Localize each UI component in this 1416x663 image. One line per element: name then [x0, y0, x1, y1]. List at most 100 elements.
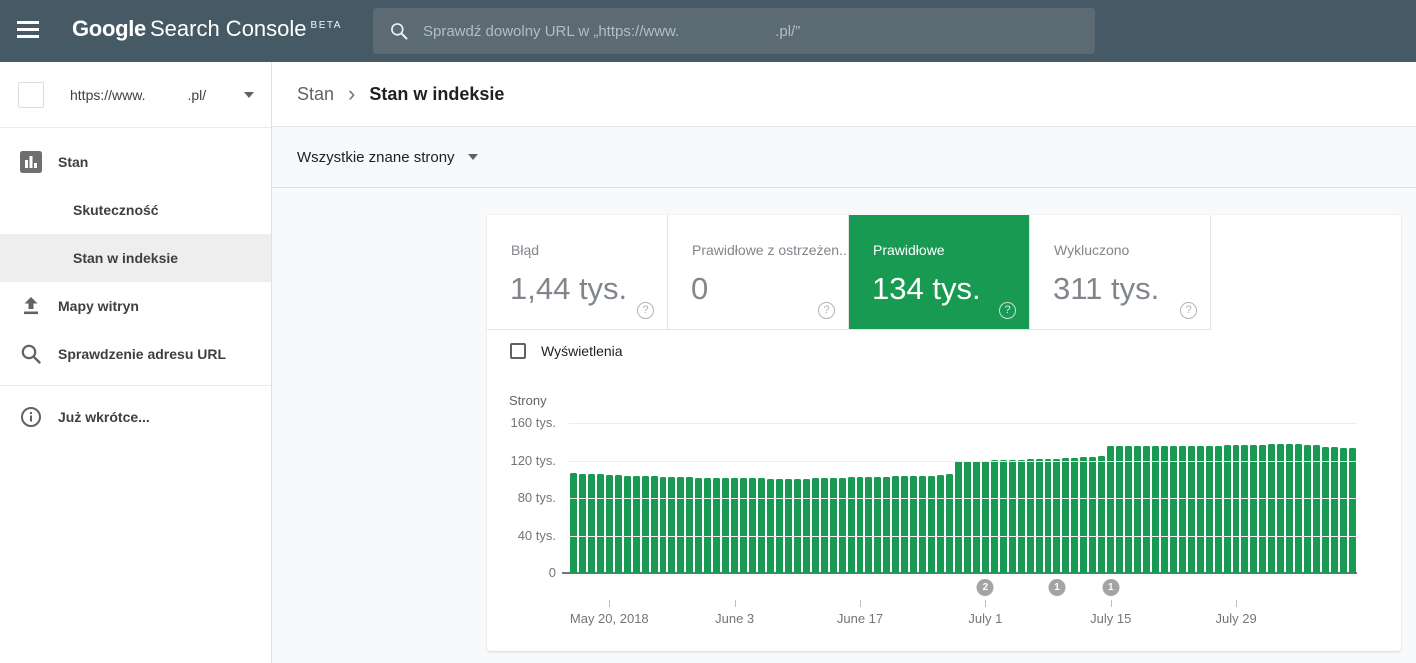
sidebar-item-stan[interactable]: Stan	[0, 138, 271, 186]
help-icon[interactable]: ?	[1180, 302, 1197, 319]
bar-day[interactable]	[982, 461, 989, 574]
bar-day[interactable]	[633, 476, 640, 574]
bar-day[interactable]	[642, 476, 649, 573]
bar-day[interactable]	[1053, 459, 1060, 573]
bar-day[interactable]	[740, 478, 747, 573]
status-card-prawidlowe-z-ostrzezeniami[interactable]: Prawidłowe z ostrzeżen...0?	[668, 215, 849, 330]
bar-day[interactable]	[1036, 459, 1043, 573]
bar-day[interactable]	[597, 474, 604, 573]
bar-day[interactable]	[1098, 456, 1105, 573]
bar-day[interactable]	[803, 479, 810, 573]
bar-day[interactable]	[570, 473, 577, 573]
status-card-prawidlowe[interactable]: Prawidłowe134 tys.?	[849, 215, 1030, 330]
bar-day[interactable]	[1009, 460, 1016, 573]
sidebar-item-już-wkrótce[interactable]: Już wkrótce...	[0, 393, 271, 441]
bar-day[interactable]	[901, 476, 908, 573]
bar-day[interactable]	[1107, 446, 1114, 573]
bar-day[interactable]	[1143, 446, 1150, 574]
bar-day[interactable]	[919, 476, 926, 573]
sidebar-item-stan-w-indeksie[interactable]: Stan w indeksie	[0, 234, 271, 282]
bar-day[interactable]	[722, 478, 729, 573]
bar-day[interactable]	[651, 476, 658, 573]
bar-day[interactable]	[865, 477, 872, 573]
bar-day[interactable]	[1322, 447, 1329, 573]
bar-day[interactable]	[839, 478, 846, 573]
bar-day[interactable]	[928, 476, 935, 574]
bar-day[interactable]	[749, 478, 756, 573]
bar-day[interactable]	[588, 474, 595, 573]
bar-day[interactable]	[1062, 458, 1069, 573]
bar-day[interactable]	[606, 475, 613, 573]
status-card-blad[interactable]: Błąd1,44 tys.?	[487, 215, 668, 330]
bar-day[interactable]	[1250, 445, 1257, 573]
bar-day[interactable]	[731, 478, 738, 573]
sidebar-item-skuteczność[interactable]: Skuteczność	[0, 186, 271, 234]
menu-icon[interactable]	[17, 21, 41, 41]
bar-day[interactable]	[1268, 444, 1275, 573]
known-pages-filter-dropdown[interactable]: Wszystkie znane strony	[297, 149, 478, 166]
url-inspection-search-input[interactable]: Sprawdź dowolny URL w „https://www. .pl/…	[373, 8, 1095, 54]
bar-day[interactable]	[1000, 460, 1007, 573]
bar-day[interactable]	[1277, 444, 1284, 573]
bar-day[interactable]	[874, 477, 881, 573]
bar-day[interactable]	[713, 478, 720, 573]
bar-day[interactable]	[1134, 446, 1141, 574]
bar-day[interactable]	[883, 477, 890, 573]
bar-day[interactable]	[830, 478, 837, 573]
bar-day[interactable]	[668, 477, 675, 573]
bar-day[interactable]	[973, 461, 980, 574]
bar-day[interactable]	[1188, 446, 1195, 574]
help-icon[interactable]: ?	[637, 302, 654, 319]
annotation-marker[interactable]: 2	[977, 579, 994, 596]
sidebar-item-sprawdzenie-adresu-url[interactable]: Sprawdzenie adresu URL	[0, 330, 271, 378]
bar-day[interactable]	[1340, 448, 1347, 573]
bar-day[interactable]	[1215, 446, 1222, 574]
bar-day[interactable]	[1206, 446, 1213, 574]
bar-day[interactable]	[910, 476, 917, 573]
bar-day[interactable]	[1233, 445, 1240, 573]
bar-day[interactable]	[776, 479, 783, 573]
bar-day[interactable]	[1313, 445, 1320, 573]
bar-day[interactable]	[579, 474, 586, 573]
bar-day[interactable]	[758, 478, 765, 573]
bar-day[interactable]	[686, 477, 693, 573]
bar-day[interactable]	[857, 477, 864, 573]
bar-day[interactable]	[1224, 445, 1231, 573]
bar-day[interactable]	[1152, 446, 1159, 574]
bar-day[interactable]	[1080, 457, 1087, 573]
breadcrumb-stan[interactable]: Stan	[297, 84, 334, 105]
impressions-checkbox-row[interactable]: Wyświetlenia	[510, 343, 623, 359]
bar-day[interactable]	[991, 460, 998, 573]
bar-day[interactable]	[892, 476, 899, 573]
sidebar-item-mapy-witryn[interactable]: Mapy witryn	[0, 282, 271, 330]
bar-day[interactable]	[1259, 445, 1266, 573]
help-icon[interactable]: ?	[818, 302, 835, 319]
bar-day[interactable]	[1304, 445, 1311, 573]
bar-day[interactable]	[1045, 459, 1052, 573]
bar-day[interactable]	[1116, 446, 1123, 573]
bar-day[interactable]	[624, 476, 631, 574]
bar-day[interactable]	[1125, 446, 1132, 573]
bar-day[interactable]	[1161, 446, 1168, 574]
help-icon[interactable]: ?	[999, 302, 1016, 319]
bar-day[interactable]	[1071, 458, 1078, 573]
impressions-checkbox[interactable]	[510, 343, 526, 359]
bar-day[interactable]	[1170, 446, 1177, 574]
bar-day[interactable]	[821, 478, 828, 573]
bar-day[interactable]	[812, 478, 819, 573]
bar-day[interactable]	[704, 478, 711, 573]
bar-day[interactable]	[794, 479, 801, 573]
bar-day[interactable]	[964, 461, 971, 574]
bar-day[interactable]	[767, 479, 774, 573]
bar-day[interactable]	[1286, 444, 1293, 573]
status-card-wykluczono[interactable]: Wykluczono311 tys.?	[1030, 215, 1211, 330]
bar-day[interactable]	[1197, 446, 1204, 574]
annotation-marker[interactable]: 1	[1102, 579, 1119, 596]
bar-day[interactable]	[1027, 459, 1034, 573]
bar-day[interactable]	[937, 475, 944, 573]
bar-day[interactable]	[1018, 460, 1025, 573]
bar-day[interactable]	[1295, 444, 1302, 573]
bar-day[interactable]	[1179, 446, 1186, 574]
bar-day[interactable]	[677, 477, 684, 573]
bar-day[interactable]	[946, 474, 953, 573]
